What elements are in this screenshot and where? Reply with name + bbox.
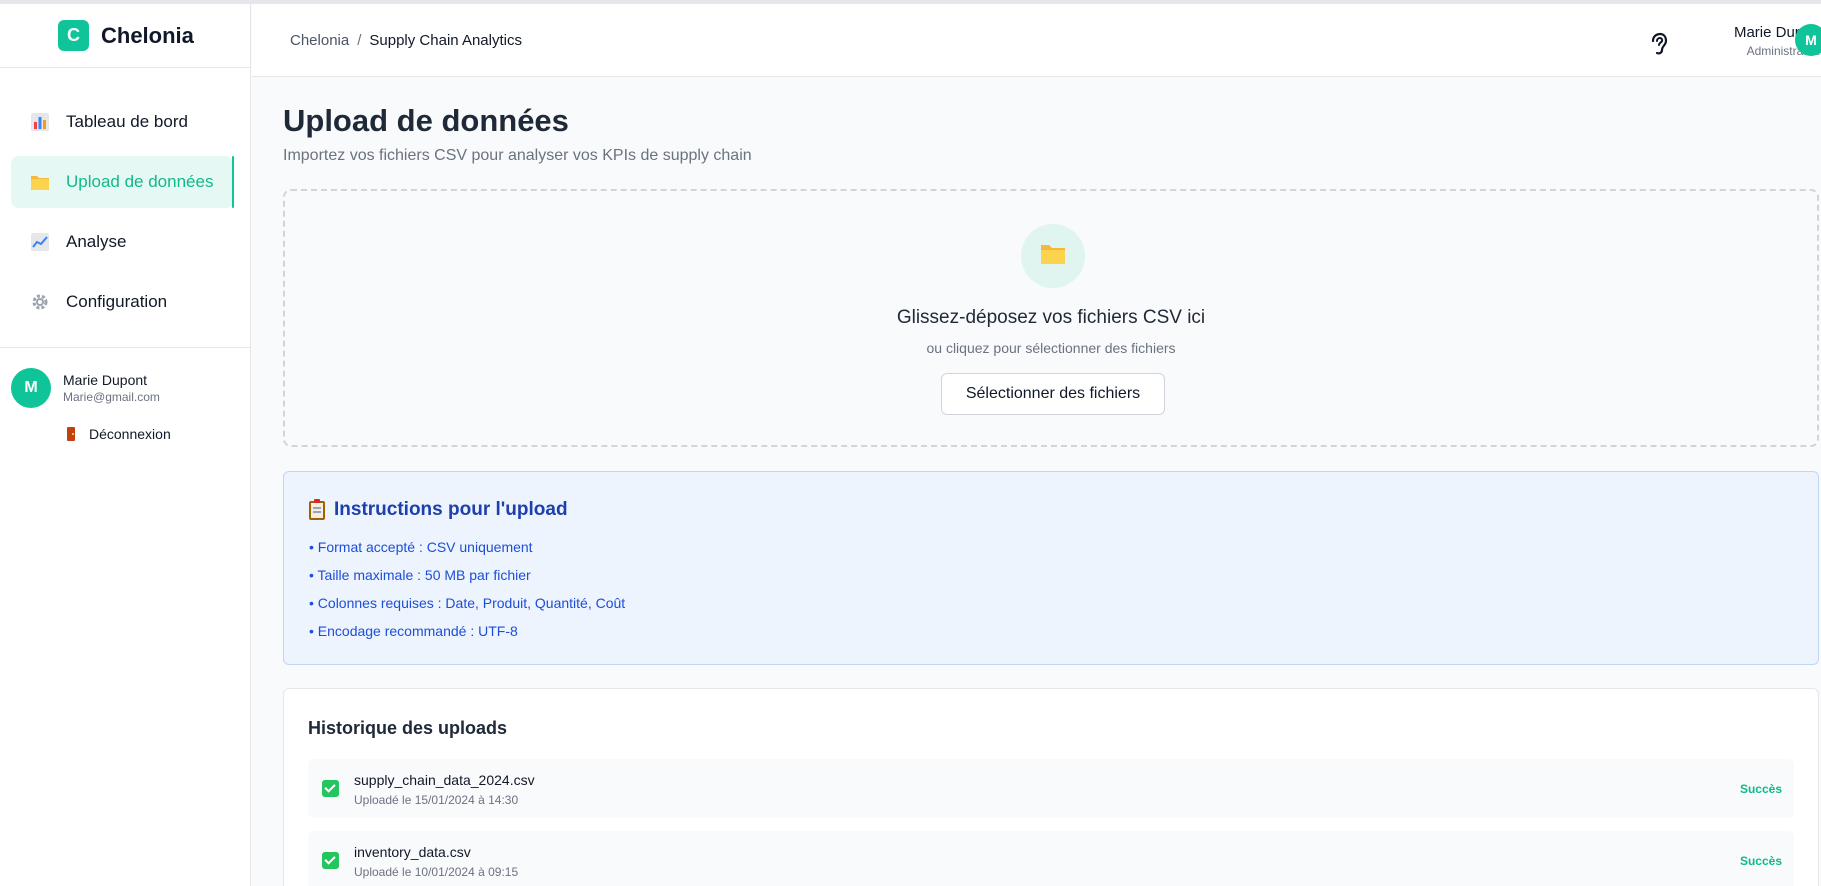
ear-icon[interactable] [1649,32,1669,56]
file-date: Uploadé le 15/01/2024 à 14:30 [354,793,519,807]
sidebar: C Chelonia Tableau de bord Upload de don… [0,4,251,886]
user-info: Marie Dupont Marie@gmail.com [63,372,160,404]
sidebar-item-analysis[interactable]: Analyse [11,216,234,268]
avatar: M [11,368,51,408]
instructions-list: • Format accepté : CSV uniquement • Tail… [309,537,625,649]
brand-logo: C [58,20,89,51]
user-name: Marie Dupont [63,372,148,388]
file-name: inventory_data.csv [354,844,471,860]
header-avatar[interactable]: M [1795,24,1821,56]
user-email: Marie@gmail.com [63,390,160,404]
dropzone-title: Glissez-déposez vos fichiers CSV ici [896,307,1206,328]
brand[interactable]: C Chelonia [0,4,250,68]
check-icon [322,852,339,869]
select-files-button[interactable]: Sélectionner des fichiers [941,373,1165,415]
folder-icon [1040,243,1066,270]
sidebar-item-label: Upload de données [66,172,214,191]
top-header: Chelonia / Supply Chain Analytics Marie Du… [252,4,1821,77]
breadcrumb-root[interactable]: Chelonia [290,32,349,49]
file-dropzone[interactable]: Glissez-déposez vos fichiers CSV ici ou … [283,189,1819,447]
bar-chart-icon [29,111,51,133]
breadcrumb-current: Supply Chain Analytics [369,32,522,49]
sidebar-item-dashboard[interactable]: Tableau de bord [11,96,234,148]
user-profile[interactable]: M Marie Dupont Marie@gmail.com [0,368,250,408]
sidebar-nav: Tableau de bord Upload de données Analys… [0,68,250,328]
door-icon [67,427,75,441]
instruction-item: • Colonnes requises : Date, Produit, Qua… [309,595,626,611]
sidebar-item-configuration[interactable]: Configuration [11,276,234,328]
file-date: Uploadé le 10/01/2024 à 09:15 [354,865,519,879]
gear-icon [29,291,51,313]
logout-button[interactable]: Déconnexion [0,426,250,442]
page-title: Upload de données [283,103,569,138]
dropzone-subtitle: ou cliquez pour sélectionner des fichier… [926,340,1176,356]
instructions-title: Instructions pour l'upload [309,498,568,521]
breadcrumb: Chelonia / Supply Chain Analytics [290,32,522,49]
sidebar-item-label: Analyse [66,232,127,251]
check-icon [322,780,339,797]
sidebar-item-label: Tableau de bord [66,112,188,131]
sidebar-item-label: Configuration [66,292,168,311]
main-content: Upload de données Importez vos fichiers … [283,77,1821,886]
sidebar-item-upload[interactable]: Upload de données [11,156,234,208]
page-subtitle: Importez vos fichiers CSV pour analyser … [283,147,752,164]
breadcrumb-separator: / [357,32,362,49]
list-item[interactable]: inventory_data.csv Uploadé le 10/01/2024… [308,831,1794,886]
line-chart-icon [29,231,51,253]
logout-label: Déconnexion [89,426,171,442]
file-name: supply_chain_data_2024.csv [354,772,535,788]
sidebar-user: M Marie Dupont Marie@gmail.com Déconnexi… [0,347,250,442]
instructions-title-text: Instructions pour l'upload [334,499,568,520]
status-badge: Succès [1739,782,1782,796]
instruction-item: • Taille maximale : 50 MB par fichier [309,567,531,583]
instruction-item: • Encodage recommandé : UTF-8 [309,623,518,639]
history-title: Historique des uploads [308,718,508,738]
upload-history: Historique des uploads supply_chain_data… [283,688,1819,886]
status-badge: Succès [1739,854,1782,868]
dropzone-icon-circle [1021,224,1085,288]
folder-icon [29,171,51,193]
instruction-item: • Format accepté : CSV uniquement [309,539,533,555]
clipboard-icon [309,498,325,520]
upload-instructions: Instructions pour l'upload • Format acce… [283,471,1819,665]
brand-name: Chelonia [101,22,194,48]
list-item[interactable]: supply_chain_data_2024.csv Uploadé le 15… [308,759,1794,818]
